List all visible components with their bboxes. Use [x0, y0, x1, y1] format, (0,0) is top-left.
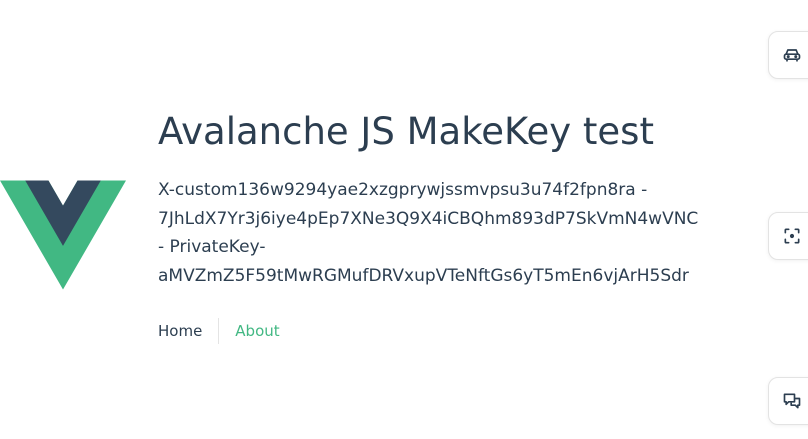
vue-logo	[0, 180, 126, 290]
nav-bar: Home About	[158, 318, 296, 344]
side-tab-chat[interactable]	[768, 377, 808, 425]
main-content: Avalanche JS MakeKey test X-custom136w92…	[158, 108, 738, 290]
key-line: 7JhLdX7Yr3j6iye4pEp7XNe3Q9X4iCBQhm893dP7…	[158, 208, 699, 229]
scan-icon	[784, 228, 800, 244]
page: Avalanche JS MakeKey test X-custom136w92…	[0, 0, 808, 439]
page-title: Avalanche JS MakeKey test	[158, 110, 654, 153]
nav-link-about[interactable]: About	[219, 318, 295, 344]
chat-icon	[783, 393, 801, 409]
car-icon	[783, 49, 801, 62]
key-line: aMVZmZ5F59tMwRGMufDRVxupVTeNftGs6yT5mEn6…	[158, 265, 689, 286]
key-line: - PrivateKey-	[158, 237, 266, 258]
key-line: X-custom136w9294yae2xzgprywjssmvpsu3u74f…	[158, 180, 648, 200]
side-tab-scan[interactable]	[768, 212, 808, 260]
key-output: X-custom136w9294yae2xzgprywjssmvpsu3u74f…	[158, 176, 718, 290]
nav-link-home[interactable]: Home	[158, 318, 220, 344]
side-tab-car[interactable]	[768, 31, 808, 79]
